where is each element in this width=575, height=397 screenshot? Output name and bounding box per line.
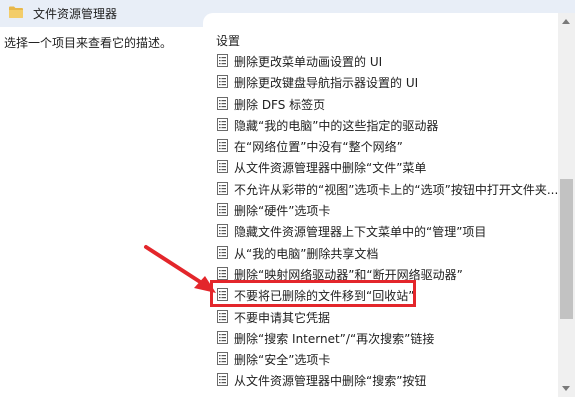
scroll-up-arrow-icon[interactable]: [562, 19, 570, 24]
policy-setting-icon: [217, 96, 228, 110]
policy-setting-icon: [217, 117, 228, 131]
policy-setting-icon: [217, 330, 228, 344]
setting-row[interactable]: 从“我的电脑”删除共享文档: [214, 242, 558, 263]
setting-label: 隐藏文件资源管理器上下文菜单中的“管理”项目: [234, 225, 487, 240]
setting-row[interactable]: 删除更改菜单动画设置的 UI: [214, 50, 558, 71]
setting-label: 删除“硬件”选项卡: [234, 204, 331, 219]
setting-label: 删除更改菜单动画设置的 UI: [234, 55, 383, 69]
setting-label: 从文件资源管理器中删除“搜索”按钮: [234, 374, 427, 389]
description-pane: 选择一个项目来查看它的描述。: [0, 27, 212, 397]
policy-setting-icon: [217, 352, 228, 366]
settings-list: 删除更改菜单动画设置的 UI 删除更改键盘导航指示器设置的 UI 删除 DFS 标签…: [214, 50, 558, 391]
setting-row[interactable]: 从文件资源管理器中删除“文件”菜单: [214, 156, 558, 177]
policy-setting-icon: [217, 309, 228, 323]
policy-setting-icon: [217, 139, 228, 153]
policy-setting-icon: [217, 181, 228, 195]
setting-row[interactable]: 删除更改键盘导航指示器设置的 UI: [214, 71, 558, 92]
header-title: 文件资源管理器: [33, 7, 118, 21]
policy-setting-icon: [217, 54, 228, 67]
vertical-scrollbar[interactable]: [558, 13, 575, 397]
setting-row[interactable]: 删除“硬件”选项卡: [214, 199, 558, 220]
settings-column-header[interactable]: 设置: [216, 32, 240, 49]
scrollbar-thumb[interactable]: [560, 179, 573, 319]
settings-pane: 设置 删除更改菜单动画设置的 UI 删除更改键盘导航指示器设置的 UI 删除 DFS…: [203, 13, 575, 397]
setting-row[interactable]: 隐藏文件资源管理器上下文菜单中的“管理”项目: [214, 220, 558, 241]
setting-label: 不要申请其它凭据: [234, 310, 331, 325]
setting-label: 删除“搜索 Internet”/“再次搜索”链接: [234, 331, 435, 346]
setting-row[interactable]: 不要申请其它凭据: [214, 306, 558, 327]
setting-label: 从“我的电脑”删除共享文档: [234, 246, 379, 261]
policy-setting-icon: [217, 203, 228, 217]
setting-row[interactable]: 在“网络位置”中没有“整个网络”: [214, 135, 558, 156]
scroll-down-arrow-icon[interactable]: [562, 386, 570, 391]
setting-row[interactable]: 删除 DFS 标签页: [214, 93, 558, 114]
setting-label: 删除“安全”选项卡: [234, 353, 331, 368]
setting-label: 删除更改键盘导航指示器设置的 UI: [234, 76, 419, 91]
setting-row[interactable]: 从文件资源管理器中删除“搜索”按钮: [214, 369, 558, 390]
folder-icon: [9, 6, 23, 18]
setting-label: 从文件资源管理器中删除“文件”菜单: [234, 161, 427, 176]
setting-row[interactable]: 不允许从彩带的“视图”选项卡上的“选项”按钮中打开文件夹...: [214, 178, 558, 199]
annotation-highlight-box: [210, 280, 416, 307]
policy-setting-icon: [217, 160, 228, 174]
setting-row[interactable]: 隐藏“我的电脑”中的这些指定的驱动器: [214, 114, 558, 135]
setting-row[interactable]: 删除“安全”选项卡: [214, 348, 558, 369]
setting-label: 在“网络位置”中没有“整个网络”: [234, 140, 403, 155]
policy-setting-icon: [217, 373, 228, 387]
setting-label: 隐藏“我的电脑”中的这些指定的驱动器: [234, 118, 439, 133]
setting-row[interactable]: 删除“搜索 Internet”/“再次搜索”链接: [214, 327, 558, 348]
policy-setting-icon: [217, 75, 228, 89]
setting-label: 不允许从彩带的“视图”选项卡上的“选项”按钮中打开文件夹...: [234, 182, 558, 197]
description-text: 选择一个项目来查看它的描述。: [4, 36, 173, 50]
setting-label: 删除 DFS 标签页: [234, 97, 326, 112]
